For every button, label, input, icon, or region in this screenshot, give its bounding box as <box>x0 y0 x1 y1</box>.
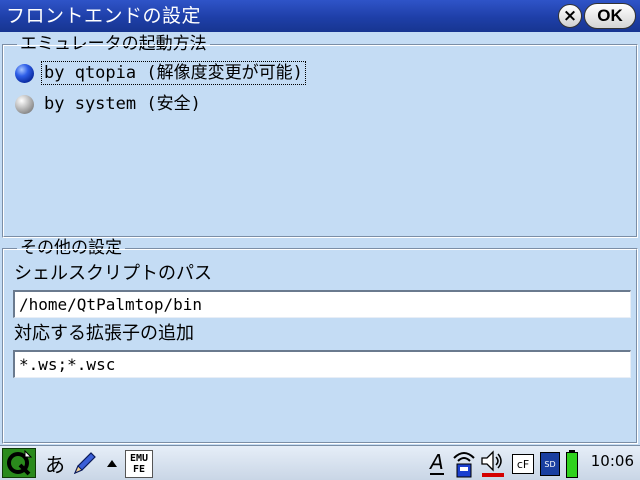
ime-indicator-label: A <box>430 450 444 475</box>
ime-indicator[interactable]: A <box>426 449 448 477</box>
sd-card-label: SD <box>544 459 556 469</box>
radio-by-qtopia-label[interactable]: by qtopia (解像度変更が可能) <box>41 61 306 85</box>
taskbar: あ EMU FE A cF SD 10:06 <box>0 445 640 480</box>
battery-icon <box>566 450 578 478</box>
cf-card-button[interactable]: cF <box>511 453 535 475</box>
extensions-input[interactable] <box>13 350 631 378</box>
window-title: フロントエンドの設定 <box>6 5 202 27</box>
input-menu-arrow-button[interactable] <box>105 456 119 470</box>
close-button[interactable]: × <box>558 4 582 28</box>
radio-checked-icon[interactable] <box>15 63 34 83</box>
radio-by-qtopia[interactable]: by qtopia (解像度変更が可能) <box>15 61 306 85</box>
sd-card-icon: SD <box>540 452 560 476</box>
handwriting-pen-button[interactable] <box>70 449 100 477</box>
radio-by-system-label[interactable]: by system (安全) <box>42 93 203 115</box>
other-settings-legend: その他の設定 <box>17 238 125 258</box>
emufe-app-icon: EMU FE <box>125 449 153 478</box>
wireless-signal-icon <box>453 452 475 478</box>
shell-path-input[interactable] <box>13 290 631 318</box>
radio-unchecked-icon[interactable] <box>15 94 34 114</box>
start-menu-button[interactable] <box>2 448 36 478</box>
close-icon: × <box>562 5 578 26</box>
sd-card-button[interactable]: SD <box>539 451 561 477</box>
other-settings-group: その他の設定 シェルスクリプトのパス 対応する拡張子の追加 <box>2 238 638 444</box>
emulator-launch-legend: エミュレータの起動方法 <box>17 34 210 54</box>
extensions-label: 対応する拡張子の追加 <box>14 323 194 344</box>
title-bar: フロントエンドの設定 × OK <box>0 0 640 32</box>
battery-button[interactable] <box>565 449 579 479</box>
shell-path-label: シェルスクリプトのパス <box>14 263 212 284</box>
emufe-icon-line2: FE <box>132 463 146 475</box>
radio-by-system[interactable]: by system (安全) <box>15 92 203 116</box>
cf-card-label: cF <box>516 457 530 471</box>
emufe-app-button[interactable]: EMU FE <box>124 449 154 478</box>
emufe-icon-line1: EMU <box>129 452 149 464</box>
cf-card-icon: cF <box>512 454 534 474</box>
hiragana-input-label: あ <box>45 452 65 477</box>
input-method-button[interactable]: あ <box>42 451 68 477</box>
speaker-icon <box>481 450 504 477</box>
wireless-network-button[interactable] <box>451 448 477 478</box>
clock[interactable]: 10:06 <box>591 452 634 470</box>
triangle-up-icon <box>107 460 117 467</box>
qtopia-logo-icon <box>7 450 33 476</box>
pen-icon <box>73 452 96 475</box>
volume-button[interactable] <box>479 448 507 478</box>
ok-button[interactable]: OK <box>584 3 636 29</box>
emulator-launch-group: エミュレータの起動方法 by qtopia (解像度変更が可能) by syst… <box>2 34 638 238</box>
